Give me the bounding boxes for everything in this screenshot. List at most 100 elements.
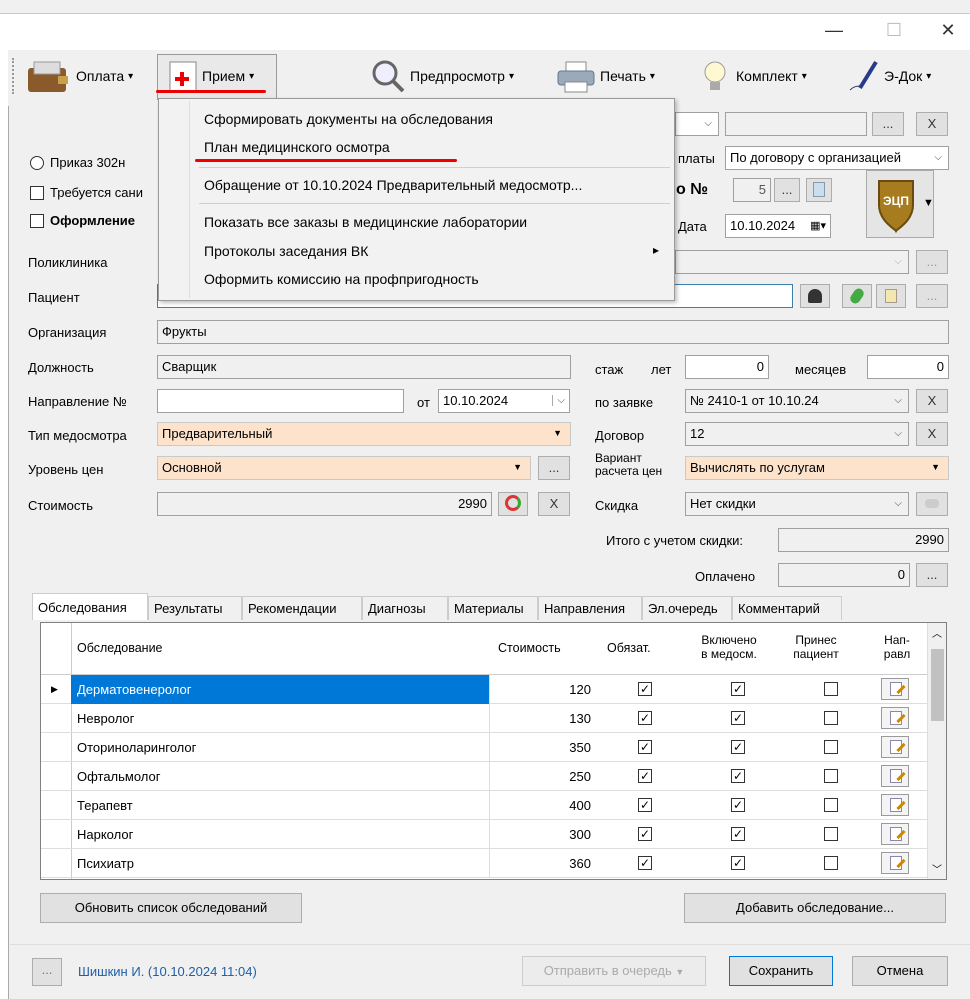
top-dots-button[interactable]: ... — [872, 112, 904, 136]
edit-referral-button[interactable] — [881, 678, 909, 700]
tab-examinations[interactable]: Обследования — [32, 593, 148, 620]
exam-cost-cell[interactable]: 120 — [489, 675, 597, 704]
reception-menu-button[interactable]: Прием ▾ — [168, 58, 254, 94]
table-row[interactable]: ▶ Дерматовенеролог 120 ✓ ✓ — [41, 675, 927, 704]
clinic-select[interactable]: ⌵ — [675, 250, 909, 274]
mandatory-checkbox[interactable]: ✓ — [638, 682, 652, 696]
col-header-cost[interactable]: Стоимость — [498, 641, 561, 655]
pill-button[interactable] — [842, 284, 872, 308]
edit-referral-button[interactable] — [881, 736, 909, 758]
edit-referral-button[interactable] — [881, 852, 909, 874]
contract-select[interactable]: 12 ⌵ — [685, 422, 909, 446]
brought-checkbox[interactable] — [824, 769, 838, 783]
save-button[interactable]: Сохранить — [729, 956, 833, 986]
table-row[interactable]: Невролог 130 ✓ ✓ — [41, 704, 927, 733]
preview-menu-button[interactable]: Предпросмотр ▾ — [370, 58, 514, 94]
edit-referral-button[interactable] — [881, 823, 909, 845]
exam-cost-cell[interactable]: 130 — [489, 704, 597, 733]
mandatory-checkbox[interactable]: ✓ — [638, 740, 652, 754]
col-header-name[interactable]: Обследование — [77, 641, 163, 655]
exam-name-cell[interactable]: Офтальмолог — [71, 762, 489, 791]
brought-checkbox[interactable] — [824, 740, 838, 754]
exam-name-cell[interactable]: Оториноларинголог — [71, 733, 489, 762]
cancel-button[interactable]: Отмена — [852, 956, 948, 986]
price-level-select[interactable]: Основной ▼ — [157, 456, 531, 480]
exam-cost-cell[interactable]: 400 — [489, 791, 597, 820]
registration-checkbox[interactable]: Оформление — [30, 213, 135, 228]
mandatory-checkbox[interactable]: ✓ — [638, 798, 652, 812]
exam-name-cell[interactable]: Терапевт — [71, 791, 489, 820]
date-field[interactable]: 10.10.2024 ▦▾ — [725, 214, 831, 238]
included-checkbox[interactable]: ✓ — [731, 827, 745, 841]
copy-button[interactable] — [876, 284, 906, 308]
send-to-queue-button[interactable]: Отправить в очередь ▼ — [522, 956, 706, 986]
mandatory-checkbox[interactable]: ✓ — [638, 827, 652, 841]
minimize-button[interactable]: — — [814, 20, 854, 41]
tab-queue[interactable]: Эл.очередь — [642, 596, 732, 620]
table-row[interactable]: Офтальмолог 250 ✓ ✓ — [41, 762, 927, 791]
mandatory-checkbox[interactable]: ✓ — [638, 711, 652, 725]
contract-clear-button[interactable]: X — [916, 422, 948, 446]
included-checkbox[interactable]: ✓ — [731, 798, 745, 812]
edit-referral-button[interactable] — [881, 707, 909, 729]
tab-results[interactable]: Результаты — [148, 596, 242, 620]
add-exam-button[interactable]: Добавить обследование... — [684, 893, 946, 923]
menu-item-vk-protocols[interactable]: Протоколы заседания ВК — [204, 243, 368, 259]
edit-referral-button[interactable] — [881, 794, 909, 816]
menu-item-exam-plan[interactable]: План медицинского осмотра — [204, 139, 390, 155]
exam-name-cell[interactable]: Дерматовенеролог — [71, 675, 489, 704]
brought-checkbox[interactable] — [824, 798, 838, 812]
referral-date-field[interactable]: 10.10.2024 ⌵ — [438, 389, 570, 413]
vertical-scrollbar[interactable]: ︿ ﹀ — [927, 623, 946, 879]
referral-field[interactable] — [157, 389, 404, 413]
table-row[interactable]: Терапевт 400 ✓ ✓ — [41, 791, 927, 820]
ecp-sign-button[interactable]: ЭЦП ▼ — [866, 170, 934, 238]
brought-checkbox[interactable] — [824, 682, 838, 696]
kit-menu-button[interactable]: Комплект ▾ — [698, 58, 807, 94]
top-combo[interactable]: ⌵ — [675, 112, 719, 136]
col-header-brought[interactable]: Принес пациент — [781, 633, 851, 661]
order-302-radio[interactable]: Приказ 302н — [30, 155, 125, 170]
included-checkbox[interactable]: ✓ — [731, 682, 745, 696]
tab-recommendations[interactable]: Рекомендации — [242, 596, 362, 620]
document-button[interactable] — [806, 178, 832, 202]
footer-dots-button[interactable]: ... — [32, 958, 62, 986]
scroll-down-icon[interactable]: ﹀ — [932, 861, 942, 876]
exam-cost-cell[interactable]: 360 — [489, 849, 597, 878]
table-row[interactable]: Нарколог 300 ✓ ✓ — [41, 820, 927, 849]
price-variant-select[interactable]: Вычислять по услугам ▼ — [685, 456, 949, 480]
mandatory-checkbox[interactable]: ✓ — [638, 856, 652, 870]
table-row[interactable]: Психиатр 360 ✓ ✓ — [41, 849, 927, 878]
exam-type-select[interactable]: Предварительный ▼ — [157, 422, 571, 446]
tab-referrals[interactable]: Направления — [538, 596, 642, 620]
exam-cost-cell[interactable]: 250 — [489, 762, 597, 791]
menu-item-commission[interactable]: Оформить комиссию на профпригодность — [204, 271, 479, 287]
sanitary-checkbox[interactable]: Требуется сани — [30, 185, 143, 200]
col-header-included[interactable]: Включено в медосм. — [689, 633, 769, 661]
years-field[interactable]: 0 — [685, 355, 769, 379]
mandatory-checkbox[interactable]: ✓ — [638, 769, 652, 783]
patient-dots-button[interactable]: ... — [916, 284, 948, 308]
payment-type-select[interactable]: По договору с организацией ⌵ — [725, 146, 949, 170]
edoc-menu-button[interactable]: Э-Док ▾ — [846, 58, 931, 94]
brought-checkbox[interactable] — [824, 827, 838, 841]
col-header-referral[interactable]: Нап-равл — [877, 633, 917, 661]
included-checkbox[interactable]: ✓ — [731, 769, 745, 783]
number-dots-button[interactable]: ... — [774, 178, 800, 202]
tab-comment[interactable]: Комментарий — [732, 596, 842, 620]
included-checkbox[interactable]: ✓ — [731, 740, 745, 754]
print-menu-button[interactable]: Печать ▾ — [556, 58, 655, 94]
col-header-mandatory[interactable]: Обязат. — [607, 641, 651, 655]
exam-cost-cell[interactable]: 350 — [489, 733, 597, 762]
scrollbar-thumb[interactable] — [931, 649, 944, 721]
menu-item-generate-docs[interactable]: Сформировать документы на обследования — [204, 111, 493, 127]
maximize-button[interactable]: ☐ — [874, 20, 914, 41]
top-clear-button[interactable]: X — [916, 112, 948, 136]
request-clear-button[interactable]: X — [916, 389, 948, 413]
menu-item-visit[interactable]: Обращение от 10.10.2024 Предварительный … — [204, 177, 582, 193]
cost-clear-button[interactable]: X — [538, 492, 570, 516]
request-select[interactable]: № 2410-1 от 10.10.24 ⌵ — [685, 389, 909, 413]
payment-menu-button[interactable]: Оплата ▾ — [24, 58, 133, 94]
price-level-dots-button[interactable]: ... — [538, 456, 570, 480]
included-checkbox[interactable]: ✓ — [731, 856, 745, 870]
